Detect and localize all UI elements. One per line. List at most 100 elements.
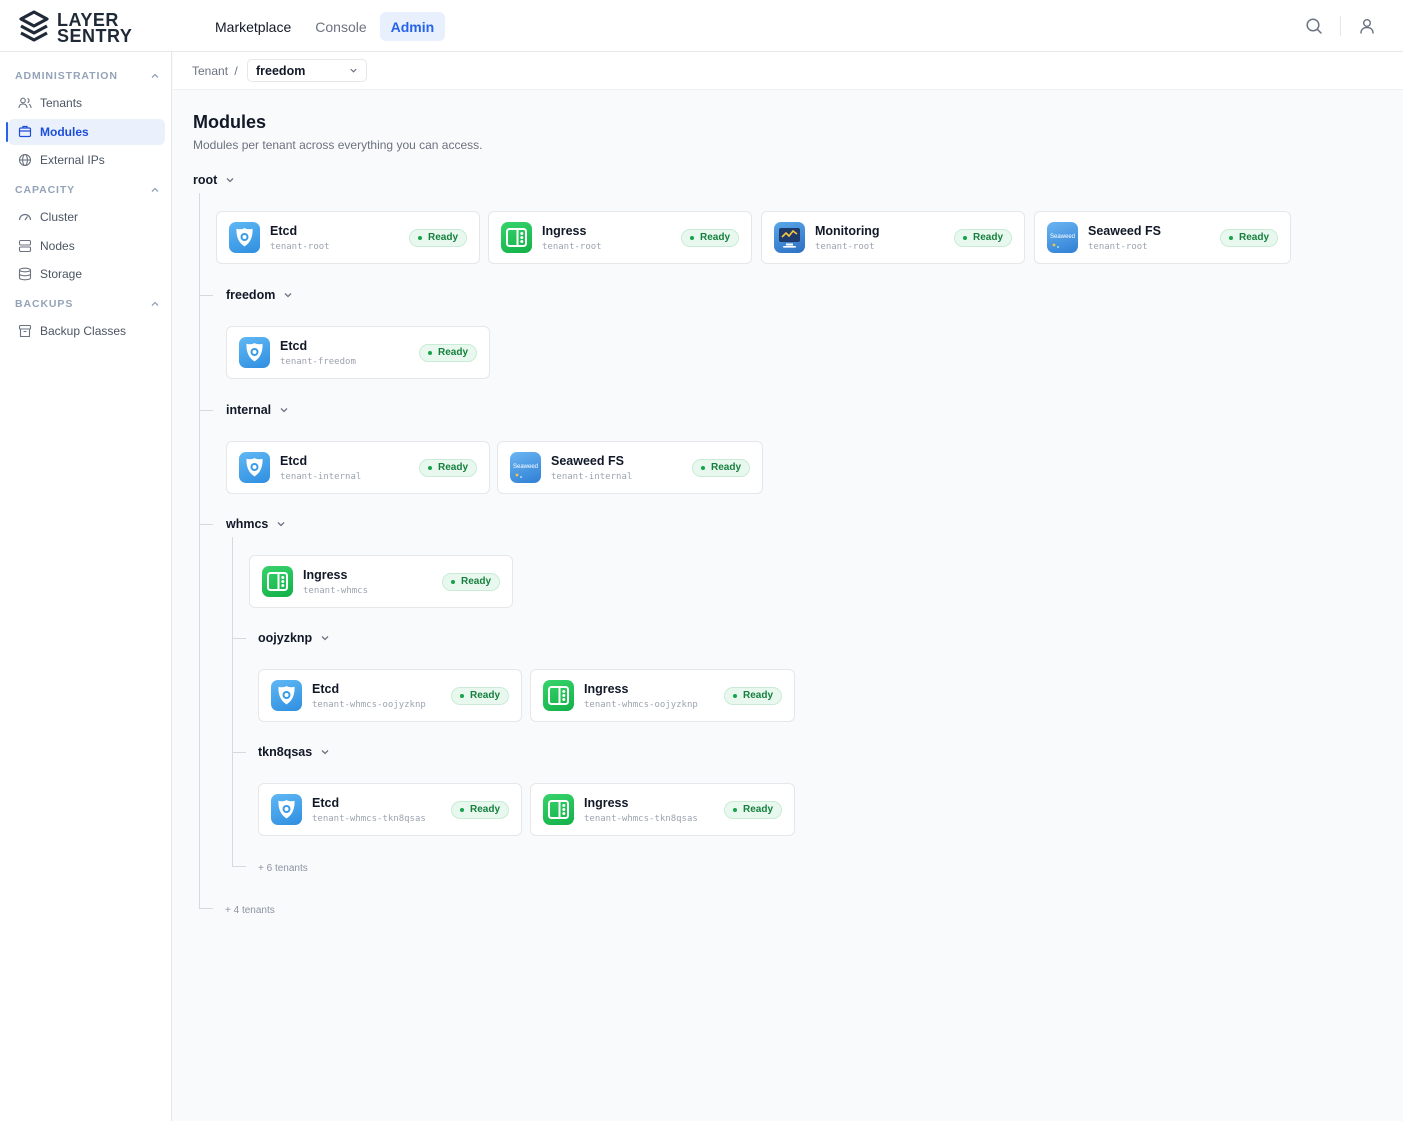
sidebar-item-cluster[interactable]: Cluster xyxy=(8,204,165,230)
page-title: Modules xyxy=(193,112,267,132)
tree-line-root xyxy=(199,193,200,908)
main-nav: Marketplace Console Admin xyxy=(204,12,446,41)
package-icon xyxy=(18,125,32,138)
chevron-down-icon xyxy=(321,750,329,755)
section-backups[interactable]: BACKUPS xyxy=(15,296,160,312)
module-card-ingress[interactable]: Ingress tenant-whmcs-oojyzknp Ready xyxy=(530,669,795,722)
tenant-group-whmcs[interactable]: whmcs xyxy=(226,517,286,531)
gauge-icon xyxy=(18,213,32,221)
sidebar-item-nodes[interactable]: Nodes xyxy=(8,233,165,259)
tenant-select[interactable]: freedom xyxy=(247,59,367,82)
sidebar-item-backup-classes[interactable]: Backup Classes xyxy=(8,318,165,344)
logo[interactable]: LAYER SENTRY xyxy=(19,10,132,46)
user-icon[interactable] xyxy=(1358,17,1376,35)
etcd-icon xyxy=(229,222,260,253)
nav-marketplace[interactable]: Marketplace xyxy=(204,12,302,41)
breadcrumb-tenant: Tenant xyxy=(192,64,229,78)
tenant-name: whmcs xyxy=(226,517,269,531)
tenant-group-oojyzknp[interactable]: oojyzknp xyxy=(258,631,330,645)
tenant-name: root xyxy=(193,173,218,187)
module-namespace: tenant-freedom xyxy=(280,357,356,367)
top-bar-divider xyxy=(1340,16,1341,36)
users-icon xyxy=(18,97,32,109)
module-card-etcd[interactable]: Etcd tenant-whmcs-tkn8qsas Ready xyxy=(258,783,522,836)
nav-admin[interactable]: Admin xyxy=(379,12,446,41)
module-namespace: tenant-root xyxy=(815,242,875,252)
module-namespace: tenant-whmcs-tkn8qsas xyxy=(584,814,698,824)
database-icon xyxy=(18,267,32,281)
module-card-ingress[interactable]: Ingress tenant-root Ready xyxy=(488,211,752,264)
chevron-up-icon xyxy=(151,187,159,192)
sidebar-item-external-ips[interactable]: External IPs xyxy=(8,147,165,173)
module-name: Etcd xyxy=(312,682,340,696)
chevron-down-icon xyxy=(226,178,234,183)
module-namespace: tenant-root xyxy=(542,242,602,252)
module-card-etcd[interactable]: Etcd tenant-whmcs-oojyzknp Ready xyxy=(258,669,522,722)
tree-branch-freedom xyxy=(199,295,213,296)
sidebar-item-label: External IPs xyxy=(40,153,105,167)
chevron-down-icon xyxy=(277,522,285,527)
status-badge: Ready xyxy=(450,687,509,705)
module-name: Etcd xyxy=(312,796,340,810)
section-capacity-title: CAPACITY xyxy=(15,184,76,196)
module-name: Ingress xyxy=(303,568,348,582)
module-card-ingress[interactable]: Ingress tenant-whmcs-tkn8qsas Ready xyxy=(530,783,795,836)
page-subtitle: Modules per tenant across everything you… xyxy=(193,138,483,152)
module-card-seaweedfs[interactable]: Seaweed Seaweed FS tenant-root Ready xyxy=(1034,211,1291,264)
status-badge: Ready xyxy=(691,459,750,477)
module-card-ingress[interactable]: Ingress tenant-whmcs Ready xyxy=(249,555,513,608)
monitoring-icon xyxy=(774,222,805,253)
status-badge: Ready xyxy=(680,229,739,247)
module-name: Monitoring xyxy=(815,224,880,238)
module-namespace: tenant-whmcs-tkn8qsas xyxy=(312,814,426,824)
etcd-icon xyxy=(271,680,302,711)
tenant-group-freedom[interactable]: freedom xyxy=(226,288,293,302)
module-name: Ingress xyxy=(584,682,629,696)
chevron-up-icon xyxy=(151,301,159,306)
section-backups-title: BACKUPS xyxy=(15,298,74,310)
sidebar-item-label: Modules xyxy=(40,125,89,139)
server-icon xyxy=(18,239,32,253)
section-administration[interactable]: ADMINISTRATION xyxy=(15,68,160,84)
logo-text: LAYER SENTRY xyxy=(57,11,132,45)
module-namespace: tenant-whmcs-oojyzknp xyxy=(312,700,426,710)
sidebar-item-label: Tenants xyxy=(40,96,83,110)
more-tenants-whmcs[interactable]: + 6 tenants xyxy=(258,863,308,874)
tree-branch-more-whmcs xyxy=(232,866,246,867)
tenant-group-internal[interactable]: internal xyxy=(226,403,289,417)
nav-console[interactable]: Console xyxy=(304,12,377,41)
section-capacity[interactable]: CAPACITY xyxy=(15,182,160,198)
seaweedfs-icon: Seaweed xyxy=(1047,222,1078,253)
module-card-etcd[interactable]: Etcd tenant-internal Ready xyxy=(226,441,490,494)
tenant-group-root[interactable]: root xyxy=(193,173,235,187)
module-namespace: tenant-internal xyxy=(280,472,362,482)
module-card-etcd[interactable]: Etcd tenant-root Ready xyxy=(216,211,480,264)
ingress-icon xyxy=(262,566,293,597)
seaweedfs-icon: Seaweed xyxy=(510,452,541,483)
archive-icon xyxy=(18,324,32,338)
section-administration-title: ADMINISTRATION xyxy=(15,70,118,82)
search-icon[interactable] xyxy=(1305,17,1323,35)
status-badge: Ready xyxy=(441,573,500,591)
module-name: Etcd xyxy=(280,454,308,468)
sidebar-item-label: Nodes xyxy=(40,239,75,253)
etcd-icon xyxy=(239,452,270,483)
status-badge: Ready xyxy=(953,229,1012,247)
module-card-seaweedfs[interactable]: Seaweed Seaweed FS tenant-internal Ready xyxy=(497,441,763,494)
module-card-etcd[interactable]: Etcd tenant-freedom Ready xyxy=(226,326,490,379)
top-bar: LAYER SENTRY Marketplace Console Admin xyxy=(0,0,1403,52)
globe-icon xyxy=(18,153,32,167)
tenant-select-value: freedom xyxy=(256,63,306,78)
tenant-group-tkn8qsas[interactable]: tkn8qsas xyxy=(258,745,330,759)
module-card-monitoring[interactable]: Monitoring tenant-root Ready xyxy=(761,211,1025,264)
ingress-icon xyxy=(543,794,574,825)
status-badge: Ready xyxy=(418,344,477,362)
ingress-icon xyxy=(501,222,532,253)
sidebar-item-modules[interactable]: Modules xyxy=(6,119,165,145)
sidebar-item-storage[interactable]: Storage xyxy=(8,261,165,287)
sidebar-item-tenants[interactable]: Tenants xyxy=(8,90,165,116)
module-namespace: tenant-internal xyxy=(551,472,633,482)
chevron-down-icon xyxy=(280,408,288,413)
more-tenants-root[interactable]: + 4 tenants xyxy=(225,905,275,916)
tree-branch-internal xyxy=(199,410,213,411)
